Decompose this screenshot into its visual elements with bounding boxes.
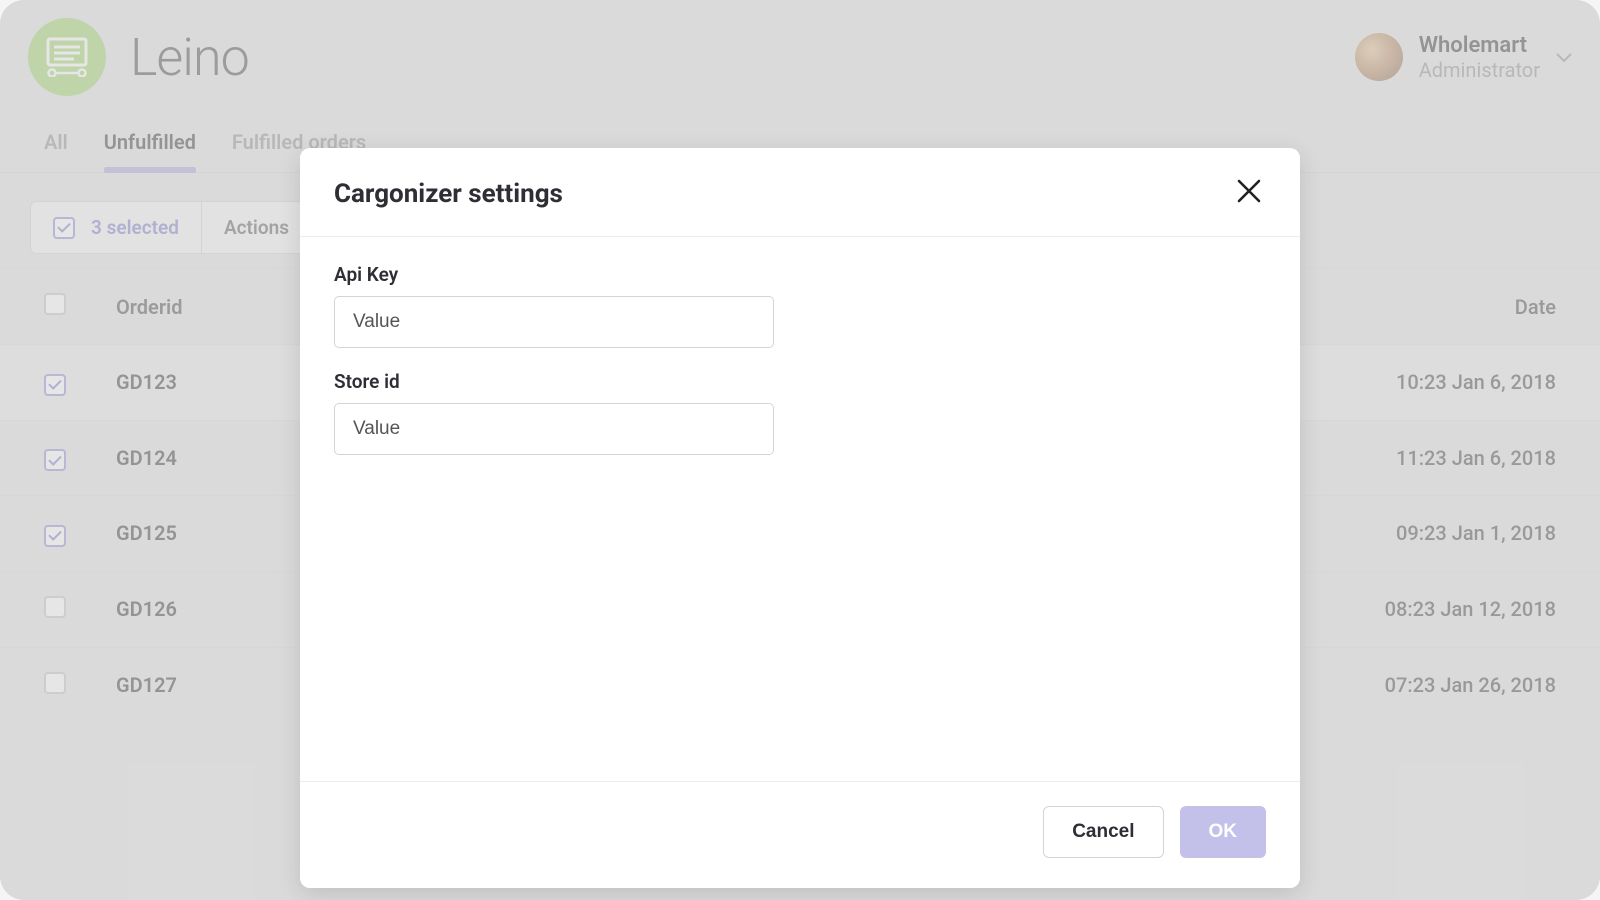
apikey-input[interactable] <box>334 296 774 348</box>
modal-title: Cargonizer settings <box>334 179 563 209</box>
modal-footer: Cancel OK <box>300 781 1300 888</box>
field-apikey: Api Key <box>334 263 1266 348</box>
apikey-label: Api Key <box>334 263 1266 286</box>
modal-header: Cargonizer settings <box>300 148 1300 237</box>
modal-overlay: Cargonizer settings Api Key Store id Can… <box>0 0 1600 900</box>
ok-button[interactable]: OK <box>1180 806 1267 858</box>
field-storeid: Store id <box>334 370 1266 455</box>
storeid-label: Store id <box>334 370 1266 393</box>
cancel-button[interactable]: Cancel <box>1043 806 1163 858</box>
modal-body: Api Key Store id <box>300 237 1300 781</box>
app-frame: Leino Wholemart Administrator All Unfulf… <box>0 0 1600 900</box>
close-icon[interactable] <box>1232 174 1266 214</box>
storeid-input[interactable] <box>334 403 774 455</box>
cargonizer-settings-modal: Cargonizer settings Api Key Store id Can… <box>300 148 1300 888</box>
